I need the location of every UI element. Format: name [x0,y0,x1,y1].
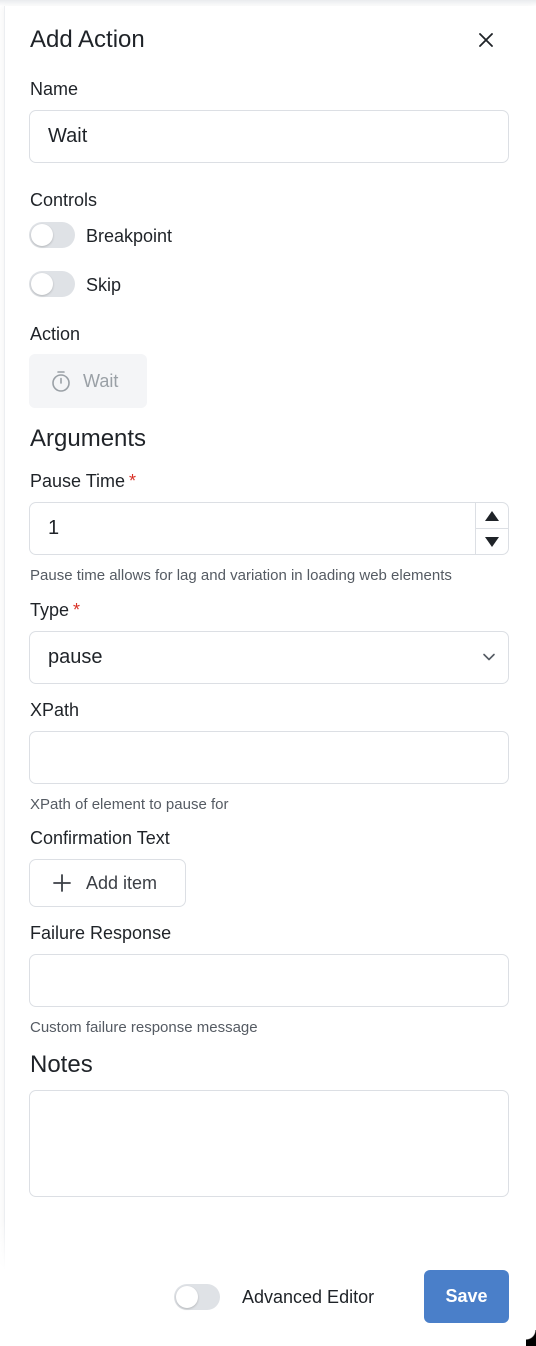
name-input-value: Wait [48,125,88,147]
number-spinner [475,503,508,554]
increment-button[interactable] [476,503,508,528]
toggle-knob [31,224,53,246]
failure-response-help: Custom failure response message [30,1019,258,1036]
type-select[interactable]: pause [29,631,509,684]
type-select-value: pause [48,646,103,668]
dialog-title: Add Action [30,26,145,53]
name-label: Name [30,79,79,99]
advanced-editor-toggle[interactable] [174,1284,220,1310]
action-label: Action [30,324,81,344]
required-mark: * [129,471,137,491]
add-item-button[interactable]: Add item [29,859,186,907]
chevron-down-icon [483,653,495,661]
triangle-up-icon [485,510,499,521]
type-label: Type * [30,600,80,621]
controls-label: Controls [30,190,98,210]
close-icon [479,33,493,47]
notes-heading: Notes [30,1051,93,1078]
xpath-input[interactable] [29,731,509,784]
skip-toggle[interactable] [29,271,75,297]
close-button[interactable] [474,28,498,52]
name-input[interactable]: Wait [29,110,509,163]
stopwatch-icon [52,371,70,392]
action-chip-wait: Wait [29,354,147,408]
pause-time-input[interactable]: 1 [29,502,509,555]
advanced-editor-label: Advanced Editor [242,1287,375,1307]
pause-time-value: 1 [48,517,60,539]
triangle-down-icon [485,536,499,547]
pause-time-label: Pause Time * [30,471,136,492]
breakpoint-toggle[interactable] [29,222,75,248]
decrement-button[interactable] [476,528,508,554]
confirmation-text-label: Confirmation Text [30,828,170,848]
pause-time-help: Pause time allows for lag and variation … [30,567,452,584]
breakpoint-label: Breakpoint [86,226,173,246]
toggle-knob [31,273,53,295]
xpath-help: XPath of element to pause for [30,796,229,813]
save-button[interactable]: Save [424,1270,509,1323]
notes-textarea[interactable] [29,1090,509,1197]
required-mark: * [73,600,81,620]
xpath-label: XPath [30,700,80,720]
failure-response-input[interactable] [29,954,509,1007]
action-chip-label: Wait [83,370,119,391]
skip-label: Skip [86,275,122,295]
toggle-knob [176,1286,198,1308]
plus-icon [53,874,71,892]
type-label-text: Type [30,600,70,620]
add-item-label: Add item [86,872,158,893]
arguments-heading: Arguments [30,425,147,452]
pause-time-label-text: Pause Time [30,471,126,491]
window-corner [526,1330,536,1346]
failure-response-label: Failure Response [30,923,172,943]
